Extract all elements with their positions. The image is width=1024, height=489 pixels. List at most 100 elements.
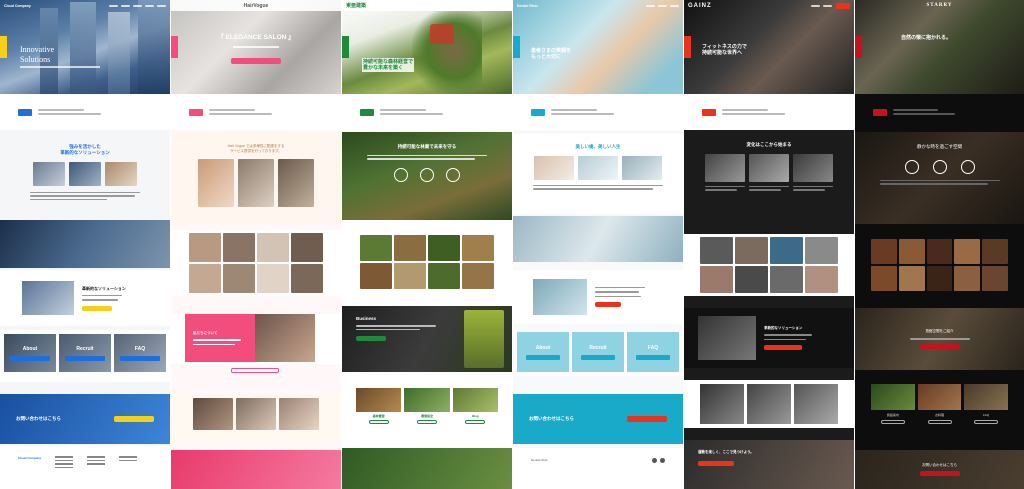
- gallery-image[interactable]: [982, 266, 1008, 291]
- service-card[interactable]: [747, 384, 791, 424]
- gallery-image[interactable]: [700, 237, 733, 264]
- gallery-image[interactable]: [735, 237, 768, 264]
- side-tab[interactable]: [513, 36, 520, 58]
- social-icon[interactable]: [652, 458, 657, 463]
- more-button[interactable]: [231, 368, 279, 373]
- contact-button[interactable]: [627, 416, 667, 422]
- gallery-image[interactable]: [954, 266, 981, 291]
- service-card[interactable]: [700, 384, 744, 424]
- forest-card[interactable]: 森林管理: [356, 388, 402, 434]
- site-preview-corporate[interactable]: Cloud Company Innovative Solutions 強みを活か…: [0, 0, 170, 489]
- gallery-image[interactable]: [462, 263, 494, 289]
- recruit-card[interactable]: Recruit: [572, 332, 624, 372]
- recruit-card[interactable]: Recruit: [59, 334, 111, 372]
- gallery-image[interactable]: [360, 235, 392, 261]
- news-badge[interactable]: [360, 108, 374, 116]
- feature-button[interactable]: [919, 343, 960, 349]
- site-logo[interactable]: GAINZ: [688, 3, 712, 9]
- nav-cta-button[interactable]: [836, 2, 850, 9]
- footer-logo[interactable]: Dental Clinic: [531, 458, 548, 479]
- site-preview-fitness[interactable]: GAINZ フィットネスの力で 持続可能な世界へ 変化はここから始まる 革新的な…: [684, 0, 854, 489]
- social-icon[interactable]: [660, 458, 665, 463]
- gallery-image[interactable]: [898, 239, 925, 264]
- gallery-image[interactable]: [394, 263, 426, 289]
- gallery-image[interactable]: [700, 266, 733, 293]
- contact-button[interactable]: [919, 471, 960, 476]
- gallery-image[interactable]: [257, 233, 289, 262]
- site-logo[interactable]: Cloud Company: [4, 4, 31, 8]
- gallery-image[interactable]: [770, 237, 803, 264]
- gallery-image[interactable]: [871, 239, 897, 264]
- gallery-image[interactable]: [982, 239, 1008, 264]
- gallery-image[interactable]: [189, 233, 221, 262]
- hero-button[interactable]: [231, 58, 281, 64]
- contact-button[interactable]: [114, 416, 154, 422]
- faq-card[interactable]: FAQ: [964, 384, 1009, 438]
- business-button[interactable]: [356, 336, 386, 341]
- side-tab[interactable]: [855, 36, 862, 58]
- feature-button[interactable]: [764, 345, 802, 350]
- menu-image[interactable]: [193, 398, 233, 430]
- blog-card[interactable]: Blog: [452, 388, 498, 434]
- about-card[interactable]: About: [517, 332, 569, 372]
- site-preview-dental[interactable]: Dental Clinic 患者さまの笑顔を もっと大切に 美しい歯、美しい人生: [513, 0, 683, 489]
- gallery-image[interactable]: [926, 239, 953, 264]
- gallery-image[interactable]: [428, 263, 460, 289]
- news-badge[interactable]: [189, 108, 203, 116]
- menu-image[interactable]: [279, 398, 319, 430]
- faq-card[interactable]: FAQ: [114, 334, 166, 372]
- nav-link[interactable]: [658, 4, 667, 7]
- site-preview-forestry[interactable]: 東亜建築 持続可能な森林経営で 豊かな未来を築く 持続可能な林業で未来を守る B…: [342, 0, 512, 489]
- nav-link[interactable]: [823, 4, 832, 7]
- nav-link[interactable]: [811, 4, 820, 7]
- news-badge[interactable]: [531, 108, 545, 116]
- site-preview-ryokan[interactable]: STARRY 自然の懐に抱かれる。 静かな時を過ごす空間 旅館空間をご紹介 施設…: [855, 0, 1024, 489]
- side-tab[interactable]: [684, 36, 691, 58]
- nav-link[interactable]: [157, 4, 166, 7]
- gallery-image[interactable]: [898, 266, 925, 291]
- site-preview-salon[interactable]: HairVogue 『 ELEGANCE SALON 』 Hair Vogue …: [171, 0, 341, 489]
- gallery-image[interactable]: [805, 266, 838, 293]
- about-card[interactable]: About: [4, 334, 56, 372]
- side-tab[interactable]: [171, 36, 178, 58]
- feature-button[interactable]: [595, 302, 621, 308]
- gallery-image[interactable]: [770, 266, 803, 293]
- gallery-image[interactable]: [291, 264, 323, 293]
- news-badge[interactable]: [873, 108, 887, 116]
- site-logo[interactable]: Dental Clinic: [517, 4, 538, 8]
- nav-link[interactable]: [121, 4, 130, 7]
- gallery-image[interactable]: [223, 264, 255, 293]
- site-logo[interactable]: HairVogue: [244, 3, 269, 9]
- environment-card[interactable]: 環境保全: [404, 388, 450, 434]
- card-button[interactable]: [65, 355, 105, 361]
- gallery-image[interactable]: [954, 239, 981, 264]
- gallery-image[interactable]: [257, 264, 289, 293]
- nav-link[interactable]: [646, 4, 655, 7]
- nav-link[interactable]: [670, 4, 679, 7]
- gallery-image[interactable]: [805, 237, 838, 264]
- service-card[interactable]: [794, 384, 838, 424]
- gallery-image[interactable]: [223, 233, 255, 262]
- nav-link[interactable]: [145, 4, 154, 7]
- cuisine-card[interactable]: お料理: [917, 384, 962, 438]
- card-button[interactable]: [120, 355, 160, 361]
- gallery-image[interactable]: [394, 235, 426, 261]
- gallery-image[interactable]: [291, 233, 323, 262]
- gallery-image[interactable]: [926, 266, 953, 291]
- faq-card[interactable]: FAQ: [627, 332, 679, 372]
- gallery-image[interactable]: [871, 266, 897, 291]
- site-logo[interactable]: STARRY: [926, 3, 952, 8]
- feature-button[interactable]: [82, 305, 112, 311]
- news-badge[interactable]: [702, 108, 716, 116]
- news-badge[interactable]: [18, 108, 32, 116]
- gallery-image[interactable]: [735, 266, 768, 293]
- gallery-image[interactable]: [462, 235, 494, 261]
- menu-image[interactable]: [236, 398, 276, 430]
- side-tab[interactable]: [342, 36, 349, 58]
- footer-logo[interactable]: Cloud Company: [18, 456, 41, 479]
- gallery-image[interactable]: [428, 235, 460, 261]
- facility-card[interactable]: 施設案内: [871, 384, 915, 438]
- card-button[interactable]: [10, 355, 50, 361]
- site-logo[interactable]: 東亜建築: [346, 2, 366, 9]
- side-tab[interactable]: [0, 36, 7, 58]
